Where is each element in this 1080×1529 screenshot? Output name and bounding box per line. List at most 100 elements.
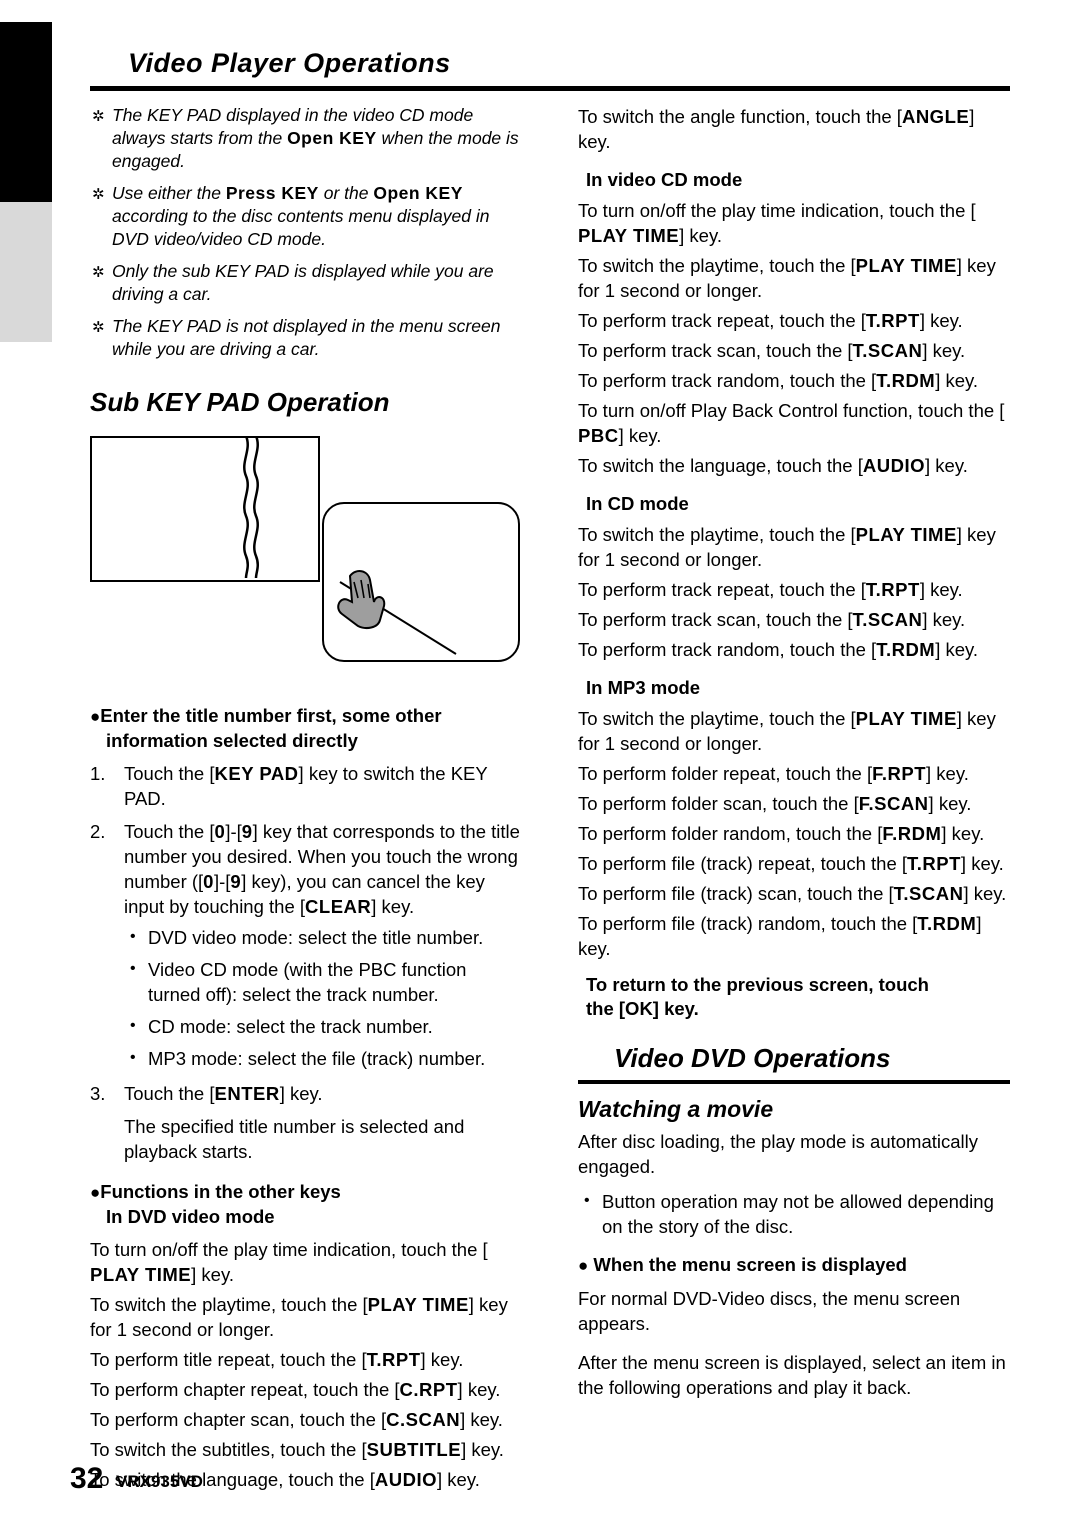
step3-note-line1: The specified title number is selected a…: [124, 1116, 465, 1137]
menu-line: After the menu screen is displayed, sele…: [578, 1352, 1006, 1398]
key-label: ENTER: [214, 1083, 280, 1104]
function-line: To switch the playtime, touch the [PLAY …: [578, 708, 996, 754]
key-label: T.RPT: [865, 310, 920, 331]
function-line: To perform chapter scan, touch the [C.SC…: [90, 1409, 503, 1430]
wave-divider-icon: [243, 436, 260, 578]
bullet-item: DVD video mode: select the title number.: [124, 924, 520, 950]
key-label: T.RDM: [876, 370, 936, 391]
function-line: To switch the subtitles, touch the [SUBT…: [90, 1439, 504, 1460]
key-label: F.SCAN: [858, 793, 929, 814]
menu-heading-text: When the menu screen is displayed: [593, 1254, 907, 1275]
edge-marker-gray: [0, 202, 52, 342]
return-note: To return to the previous screen, touch …: [578, 973, 1010, 1021]
key-label: 9: [230, 871, 242, 892]
function-line: To perform track random, touch the [T.RD…: [578, 639, 979, 660]
note-text: Use either the Press KEY or the Open KEY…: [112, 183, 490, 249]
note-text: The KEY PAD is not displayed in the menu…: [112, 316, 501, 359]
menu-line: For normal DVD-Video discs, the menu scr…: [578, 1288, 961, 1334]
function-line: To switch the playtime, touch the [PLAY …: [90, 1294, 508, 1340]
function-line: To perform title repeat, touch the [T.RP…: [90, 1349, 464, 1370]
page-number: 32: [70, 1462, 104, 1495]
asterisk-icon: ✲: [92, 108, 105, 125]
section-heading-sub-keypad: Sub KEY PAD Operation: [90, 387, 390, 417]
watching-line: After disc loading, the play mode is aut…: [578, 1131, 979, 1177]
key-label: CLEAR: [305, 896, 372, 917]
functions-heading: ●Functions in the other keys In DVD vide…: [90, 1180, 520, 1229]
key-label: PLAY TIME: [90, 1264, 192, 1285]
function-line: To perform track random, touch the [T.RD…: [578, 370, 979, 391]
key-label: C.SCAN: [386, 1409, 461, 1430]
asterisk-icon: ✲: [92, 186, 105, 203]
heading-watching-movie: Watching a movie: [578, 1096, 774, 1122]
key-label: PLAY TIME: [578, 225, 680, 246]
key-label: Open KEY: [373, 183, 463, 203]
bullet-dot-icon: ●: [90, 707, 101, 726]
title-divider: [90, 86, 1010, 91]
key-label: T.RDM: [917, 913, 977, 934]
function-line: To perform track scan, touch the [T.SCAN…: [578, 340, 966, 361]
bullet-dot-icon: ●: [90, 1183, 101, 1202]
step-item: 3. Touch the [ENTER] key. The specified …: [90, 1081, 520, 1164]
function-line: To perform file (track) random, touch th…: [578, 913, 982, 959]
bullet-item: Button operation may not be allowed depe…: [578, 1188, 1010, 1239]
function-line: To perform folder scan, touch the [F.SCA…: [578, 793, 972, 814]
key-label: C.RPT: [399, 1379, 458, 1400]
section-divider: [578, 1080, 1010, 1084]
function-line: To turn on/off the play time indication,…: [578, 200, 976, 246]
procedure-heading-line2: information selected directly: [106, 730, 358, 751]
edge-marker-top: [0, 22, 52, 82]
procedure-steps: 1. Touch the [KEY PAD] key to switch the…: [90, 761, 520, 1164]
key-label: F.RDM: [882, 823, 942, 844]
screen-graphic: [90, 436, 320, 582]
functions-heading-line1: Functions in the other keys: [100, 1181, 341, 1202]
function-line: To perform chapter repeat, touch the [C.…: [90, 1379, 501, 1400]
function-line: To perform track scan, touch the [T.SCAN…: [578, 609, 966, 630]
menu-heading: ● When the menu screen is displayed: [578, 1253, 1010, 1278]
function-line: To perform track repeat, touch the [T.RP…: [578, 579, 963, 600]
function-line: To perform folder random, touch the [F.R…: [578, 823, 985, 844]
illustration-sub-keypad: [90, 426, 520, 686]
step-item: 1. Touch the [KEY PAD] key to switch the…: [90, 761, 520, 811]
key-label: T.RPT: [907, 853, 961, 874]
key-label: Press KEY: [225, 183, 319, 203]
page-title: Video Player Operations: [128, 48, 451, 78]
function-line: To turn on/off Play Back Control functio…: [578, 400, 1005, 446]
key-label: T.RDM: [876, 639, 936, 660]
step-item: 2. Touch the [0]-[9] key that correspond…: [90, 819, 520, 1071]
return-note-line2: the [OK] key.: [586, 998, 699, 1019]
function-line: To perform file (track) repeat, touch th…: [578, 853, 1004, 874]
key-label: Open KEY: [287, 128, 377, 148]
key-label: T.SCAN: [852, 609, 923, 630]
key-label: T.SCAN: [893, 883, 964, 904]
section-heading-video-dvd: Video DVD Operations: [614, 1043, 891, 1073]
key-label: 0: [203, 871, 214, 892]
step3-note-line2: playback starts.: [124, 1141, 253, 1162]
step-number: 1.: [90, 763, 106, 784]
key-label: T.SCAN: [852, 340, 923, 361]
heading-mp3-mode: In MP3 mode: [586, 677, 701, 698]
function-line: To perform file (track) scan, touch the …: [578, 883, 1007, 904]
step-text: Touch the [0]-[9] key that corresponds t…: [124, 821, 520, 917]
manual-page: Video Player Operations ✲ The KEY PAD di…: [0, 0, 1080, 1529]
key-label: AUDIO: [374, 1469, 438, 1490]
key-label: AUDIO: [862, 455, 926, 476]
model-name: VRX935VD: [116, 1472, 203, 1491]
note-item: ✲ The KEY PAD is not displayed in the me…: [90, 315, 520, 361]
step-text: Touch the [ENTER] key.: [124, 1083, 323, 1104]
procedure-heading: ●Enter the title number first, some othe…: [90, 704, 520, 753]
return-note-line1: To return to the previous screen, touch: [586, 974, 929, 995]
bullet-item: MP3 mode: select the file (track) number…: [124, 1045, 520, 1071]
watching-bullets: Button operation may not be allowed depe…: [578, 1188, 1010, 1239]
procedure-heading-line1: Enter the title number first, some other: [100, 705, 442, 726]
bullet-item: Video CD mode (with the PBC function tur…: [124, 956, 520, 1007]
heading-cd-mode: In CD mode: [586, 493, 689, 514]
key-label: SUBTITLE: [366, 1439, 462, 1460]
key-label: PLAY TIME: [367, 1294, 469, 1315]
key-label: ANGLE: [901, 106, 970, 127]
function-line: To turn on/off the play time indication,…: [90, 1239, 488, 1285]
step-number: 3.: [90, 1083, 106, 1104]
key-label: PLAY TIME: [855, 524, 957, 545]
key-label: PBC: [578, 425, 619, 446]
function-line: To perform track repeat, touch the [T.RP…: [578, 310, 963, 331]
asterisk-icon: ✲: [92, 264, 105, 281]
